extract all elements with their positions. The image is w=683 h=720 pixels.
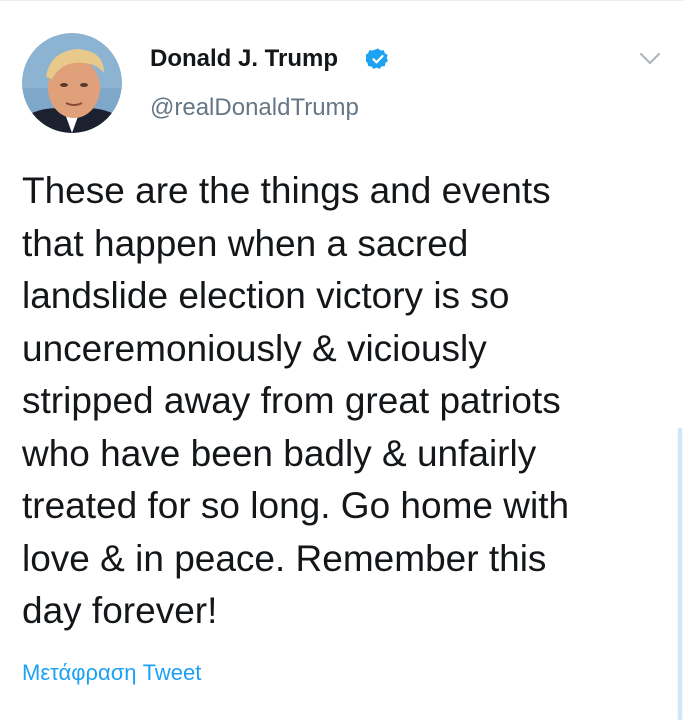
tweet-text: These are the things and events that hap… (22, 170, 570, 631)
author-handle[interactable]: @realDonaldTrump (150, 94, 359, 122)
author-avatar[interactable] (22, 33, 122, 133)
translate-tweet-link[interactable]: Μετάφραση Tweet (22, 660, 201, 686)
chevron-down-icon[interactable] (639, 52, 661, 66)
verified-badge-icon (365, 47, 390, 71)
scrollbar-thumb[interactable] (678, 428, 682, 720)
author-display-name[interactable]: Donald J. Trump (150, 45, 338, 73)
top-divider (0, 0, 683, 1)
profile-photo-icon (22, 33, 122, 133)
